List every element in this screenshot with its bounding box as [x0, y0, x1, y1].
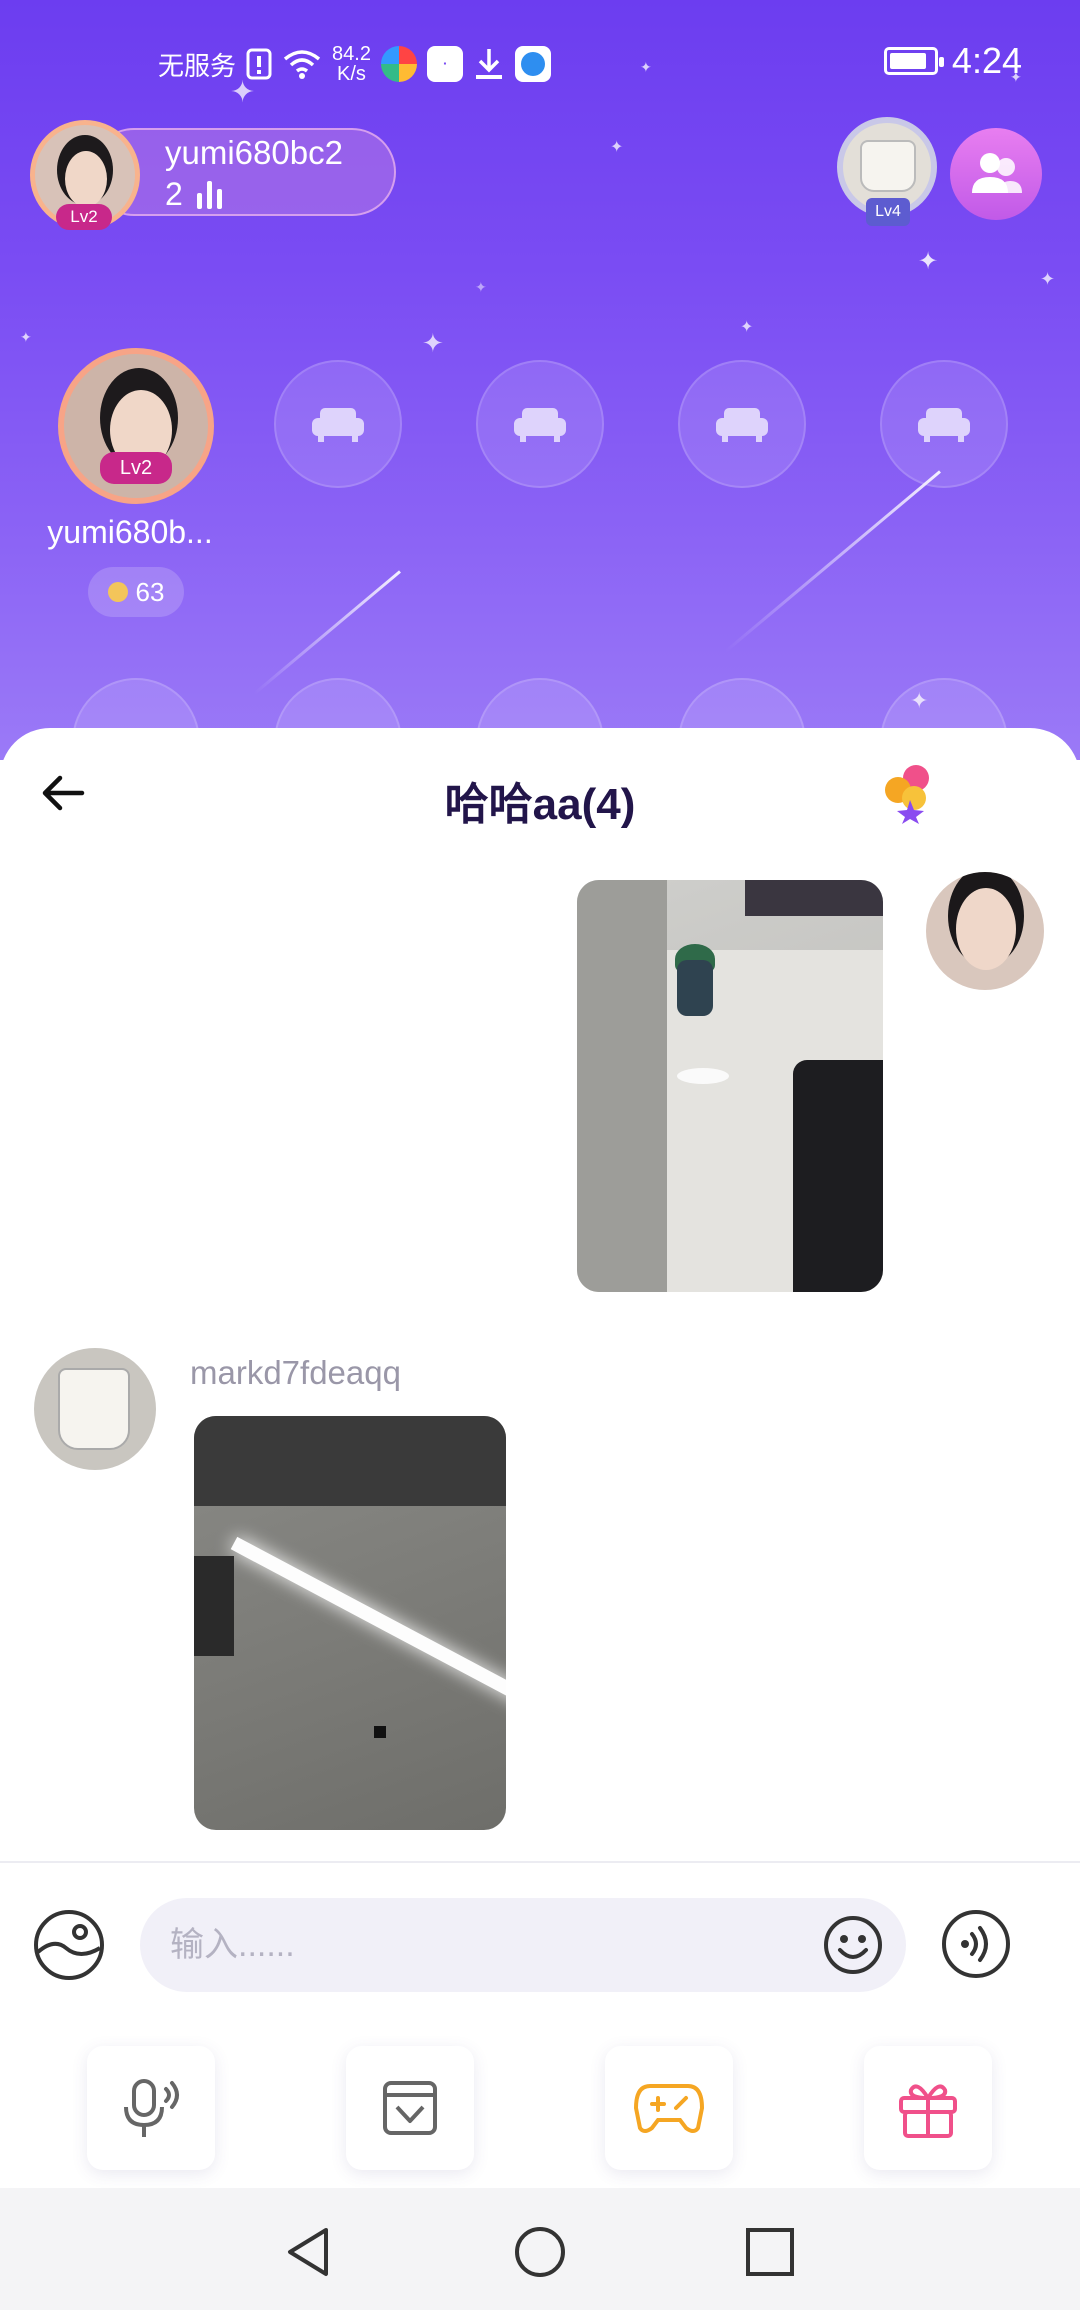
- nav-back-icon[interactable]: [282, 2224, 338, 2280]
- download-icon: [475, 49, 502, 79]
- voice-room-background: ✦ ✦ ✦ ✦ ✦ ✦ ✦ ✦ ✦ ✦ ✦ ✦ 无服务 84.2 K/s ▪ 4…: [0, 0, 1080, 760]
- gift-button[interactable]: [864, 2046, 992, 2170]
- owner-level-badge: Lv2: [56, 204, 112, 230]
- host-name: yumi680b...: [47, 514, 213, 550]
- sim-alert-icon: [246, 48, 272, 80]
- sofa-icon: [716, 408, 768, 442]
- room-rank-badge[interactable]: Lv4: [832, 112, 942, 232]
- owner-name: yumi680bc2: [165, 134, 343, 171]
- star-decoration: ✦: [918, 248, 939, 275]
- star-decoration: ✦: [610, 139, 624, 156]
- coin-icon: [107, 582, 128, 602]
- balloon-icon[interactable]: [878, 760, 942, 824]
- clock: 4:24: [951, 40, 1022, 81]
- voice-message-button[interactable]: [87, 2046, 215, 2170]
- star-decoration: ✦: [475, 279, 487, 295]
- globe-app-icon: [514, 46, 551, 82]
- online-count-value: 2: [165, 176, 183, 212]
- microphone-icon: [124, 2079, 179, 2137]
- game-button[interactable]: [605, 2046, 733, 2170]
- empty-seat[interactable]: [880, 360, 1008, 488]
- emoji-icon[interactable]: [822, 1914, 884, 1976]
- rank-level-label: Lv4: [866, 198, 910, 226]
- users-button[interactable]: [950, 128, 1042, 220]
- host-seat[interactable]: Lv2: [58, 348, 214, 504]
- star-decoration: ✦: [20, 329, 32, 345]
- browser-app-icon: [380, 46, 417, 82]
- sender-avatar[interactable]: [34, 1348, 156, 1470]
- star-decoration: ✦: [422, 328, 444, 358]
- meteor-decoration: [253, 570, 401, 695]
- empty-seat[interactable]: [678, 360, 806, 488]
- users-icon: [972, 153, 1022, 193]
- my-avatar[interactable]: [926, 872, 1044, 990]
- nav-home-icon[interactable]: [512, 2224, 568, 2280]
- empty-seat[interactable]: [476, 360, 604, 488]
- huawei-app-icon: ▪: [426, 46, 463, 82]
- host-coin-value: 63: [135, 576, 165, 607]
- chat-header: 哈哈aa(4): [0, 728, 1080, 858]
- star-decoration: ✦: [740, 319, 754, 336]
- message-input-box[interactable]: [140, 1898, 906, 1992]
- battery-icon: [883, 47, 944, 75]
- speed-unit: K/s: [337, 63, 366, 85]
- nav-recents-icon[interactable]: [742, 2224, 798, 2280]
- speed-value: 84.2: [332, 43, 371, 65]
- gift-icon: [899, 2084, 957, 2138]
- divider: [0, 1861, 1080, 1863]
- sofa-icon: [514, 408, 566, 442]
- host-coins: 63: [88, 567, 184, 617]
- meteor-decoration: [724, 470, 941, 653]
- empty-seat[interactable]: [274, 360, 402, 488]
- system-navigation-bar: [0, 2188, 1080, 2310]
- carrier-label: 无服务: [158, 50, 237, 81]
- image-message-ceiling[interactable]: [194, 1416, 506, 1830]
- image-message-figurine[interactable]: [577, 880, 883, 1292]
- host-level-badge: Lv2: [100, 452, 172, 484]
- message-input[interactable]: [170, 1898, 810, 1992]
- wifi-icon: [283, 50, 321, 79]
- sofa-icon: [918, 408, 970, 442]
- status-bar: 无服务 84.2 K/s ▪ 4:24: [0, 28, 1080, 98]
- room-owner-capsule[interactable]: Lv2 yumi680bc2 2: [30, 120, 396, 230]
- gamepad-icon: [633, 2084, 705, 2133]
- sender-name: markd7fdeaqq: [190, 1354, 401, 1391]
- sofa-icon: [312, 408, 364, 442]
- image-picker-icon[interactable]: [32, 1908, 106, 1982]
- star-decoration: ✦: [1040, 269, 1056, 289]
- group-chat-sheet: 哈哈aa(4) markd7fdeaqq: [0, 728, 1080, 2188]
- envelope-icon: [383, 2081, 437, 2135]
- red-packet-button[interactable]: [346, 2046, 474, 2170]
- audio-bars-icon: [196, 180, 222, 209]
- network-speed: 84.2 K/s: [332, 44, 371, 84]
- voice-input-icon[interactable]: [940, 1908, 1012, 1980]
- online-count: 2: [165, 176, 222, 213]
